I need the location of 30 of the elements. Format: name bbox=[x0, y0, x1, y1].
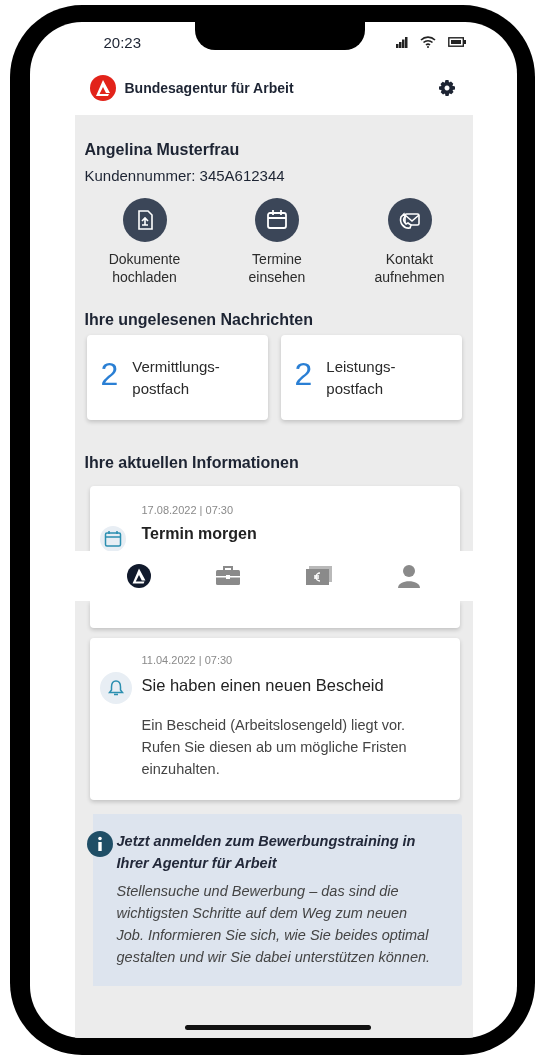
signal-icon bbox=[395, 36, 408, 48]
info-card[interactable]: 11.04.2022 | 07:30 Sie haben einen neuen Bescheid Ein Bescheid (Arbeitslosengeld) liegt vor. Rufen Sie diesen ab um mögliche Fristen einzuhalten. bbox=[89, 638, 460, 800]
customer-name: Angelina Musterfrau bbox=[84, 141, 241, 159]
battery-icon bbox=[447, 37, 466, 47]
logo-icon bbox=[89, 74, 116, 101]
quick-action-button[interactable]: Termine einsehen bbox=[227, 198, 327, 286]
card-title: Termin morgen bbox=[141, 525, 258, 544]
app-title: Bundesagentur für Arbeit bbox=[124, 79, 294, 96]
section-heading: Ihre ungelesenen Nachrichten bbox=[84, 311, 314, 329]
promo-banner[interactable] bbox=[86, 814, 462, 986]
card-title: Sie haben einen neuen Bescheid bbox=[141, 676, 385, 696]
quick-action-button[interactable]: Dokumente hochladen bbox=[94, 198, 195, 286]
promo-text: Stellensuche und Bewerbung – das sind die wichtigsten Schritte auf dem Weg zum neuen Job. Informieren Sie sich, wie Sie beides optimal gestalten und wir Sie dabei unterstützen können. bbox=[116, 882, 432, 967]
quick-action-button[interactable]: Kontakt aufnehmen bbox=[359, 198, 460, 286]
card-date: 11.04.2022 | 07:30 bbox=[141, 654, 234, 666]
info-icon bbox=[86, 831, 113, 857]
card-text: Ein Bescheid (Arbeitslosengeld) liegt vor. Rufen Sie diesen ab um mögliche Fristen einzuhalten. bbox=[141, 716, 408, 779]
calendar-icon bbox=[255, 198, 299, 242]
calendar-icon bbox=[103, 530, 122, 548]
section-heading: Ihre aktuellen Informationen bbox=[84, 454, 300, 472]
customer-number: Kundennummer: 345A612344 bbox=[84, 167, 286, 184]
wifi-icon bbox=[419, 36, 436, 48]
status-time: 20:23 bbox=[103, 33, 142, 51]
contact-icon bbox=[387, 198, 432, 242]
promo-title: Jetzt anmelden zum Bewerbungstraining in Ihrer Agentur für Arbeit bbox=[116, 832, 417, 873]
upload-icon bbox=[122, 198, 167, 242]
card-date: 17.08.2022 | 07:30 bbox=[141, 504, 235, 516]
bell-icon bbox=[107, 679, 124, 697]
info-card[interactable]: 17.08.2022 | 07:30 Termin morgen bbox=[89, 486, 460, 551]
settings-icon[interactable] bbox=[438, 79, 455, 96]
